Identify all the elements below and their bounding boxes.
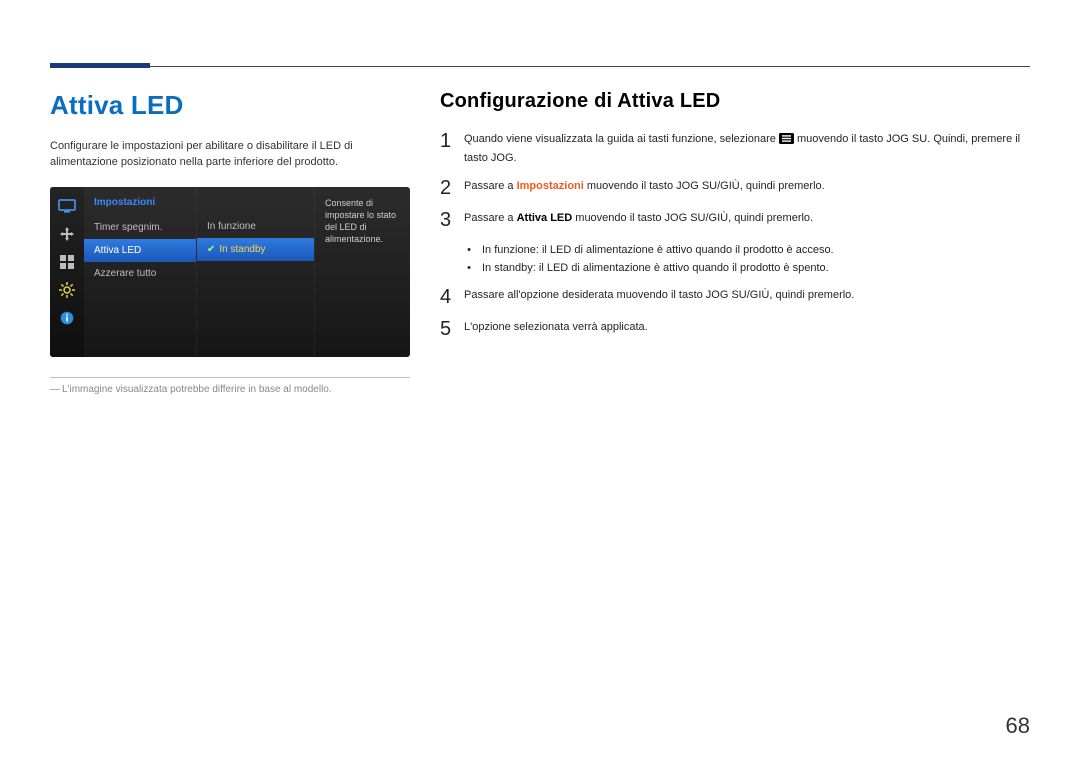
step-2: 2 Passare a Impostazioni muovendo il tas… (440, 178, 1030, 198)
step-1: 1 Quando viene visualizzata la guida ai … (440, 131, 1030, 166)
monitor-icon (58, 199, 76, 213)
move-icon (58, 227, 76, 241)
osd-item-0: Timer spegnim. (84, 216, 196, 239)
step-5-number: 5 (440, 319, 464, 339)
bullet-1-label: In funzione (482, 244, 536, 256)
bullet-2-rest: : il LED di alimentazione è attivo quand… (533, 262, 829, 274)
bullet-1-text: In funzione: il LED di alimentazione è a… (482, 242, 834, 260)
step-1-text: Quando viene visualizzata la guida ai ta… (464, 131, 1030, 166)
step-2-number: 2 (440, 178, 464, 198)
bullet-2-label: In standby (482, 262, 533, 274)
bullet-1-rest: : il LED di alimentazione è attivo quand… (536, 244, 834, 256)
step-3-number: 3 (440, 210, 464, 230)
bullet-dot: • (464, 242, 474, 260)
osd-option-1: ✔ In standby (197, 238, 314, 261)
step-4-text: Passare all'opzione desiderata muovendo … (464, 287, 854, 307)
step-3-text: Passare a Attiva LED muovendo il tasto J… (464, 210, 813, 230)
step-2-text: Passare a Impostazioni muovendo il tasto… (464, 178, 825, 198)
step-5: 5 L'opzione selezionata verrà applicata. (440, 319, 1030, 339)
osd-option-1-label: In standby (219, 244, 265, 255)
osd-item-1: Attiva LED (84, 239, 196, 262)
bullet-2: • In standby: il LED di alimentazione è … (464, 260, 1030, 278)
step-3-bold: Attiva LED (517, 212, 573, 224)
footnote: L'immagine visualizzata potrebbe differi… (50, 384, 410, 395)
step-1-a: Quando viene visualizzata la guida ai ta… (464, 133, 779, 145)
grid-icon (58, 255, 76, 269)
osd-sidebar (50, 187, 84, 357)
step-5-text: L'opzione selezionata verrà applicata. (464, 319, 648, 339)
left-column: Attiva LED Configurare le impostazioni p… (50, 90, 410, 395)
check-icon: ✔ (207, 244, 215, 255)
step-3: 3 Passare a Attiva LED muovendo il tasto… (440, 210, 1030, 230)
left-intro: Configurare le impostazioni per abilitar… (50, 139, 410, 171)
osd-option-0: In funzione (197, 215, 314, 238)
menu-icon (779, 133, 794, 150)
osd-screenshot: Impostazioni Timer spegnim. Attiva LED A… (50, 187, 410, 357)
step-4: 4 Passare all'opzione desiderata muovend… (440, 287, 1030, 307)
osd-description: Consente di impostare lo stato del LED d… (314, 187, 410, 357)
step-1-number: 1 (440, 131, 464, 166)
osd-title: Impostazioni (84, 197, 196, 216)
osd-body: Impostazioni Timer spegnim. Attiva LED A… (84, 187, 410, 357)
manual-page: Attiva LED Configurare le impostazioni p… (0, 0, 1080, 763)
bullets: • In funzione: il LED di alimentazione è… (464, 242, 1030, 277)
gear-icon (58, 283, 76, 297)
osd-options: In funzione ✔ In standby (196, 187, 314, 357)
divider (50, 377, 410, 378)
top-rule (50, 66, 1030, 67)
step-2-a: Passare a (464, 180, 517, 192)
step-3-a: Passare a (464, 212, 517, 224)
left-heading: Attiva LED (50, 90, 410, 121)
osd-item-2: Azzerare tutto (84, 262, 196, 285)
bullet-2-text: In standby: il LED di alimentazione è at… (482, 260, 829, 278)
osd-menu: Impostazioni Timer spegnim. Attiva LED A… (84, 187, 196, 357)
osd-option-0-label: In funzione (207, 221, 256, 232)
bullet-1: • In funzione: il LED di alimentazione è… (464, 242, 1030, 260)
step-2-b: muovendo il tasto JOG SU/GIÙ, quindi pre… (584, 180, 825, 192)
step-4-number: 4 (440, 287, 464, 307)
step-2-bold: Impostazioni (517, 180, 584, 192)
steps: 1 Quando viene visualizzata la guida ai … (440, 131, 1030, 339)
info-icon (58, 311, 76, 325)
columns: Attiva LED Configurare le impostazioni p… (50, 90, 1030, 395)
step-3-b: muovendo il tasto JOG SU/GIÙ, quindi pre… (572, 212, 813, 224)
right-column: Configurazione di Attiva LED 1 Quando vi… (440, 90, 1030, 395)
right-heading: Configurazione di Attiva LED (440, 90, 1030, 113)
top-rule-accent (50, 63, 150, 68)
bullet-dot: • (464, 260, 474, 278)
page-number: 68 (1006, 713, 1030, 739)
